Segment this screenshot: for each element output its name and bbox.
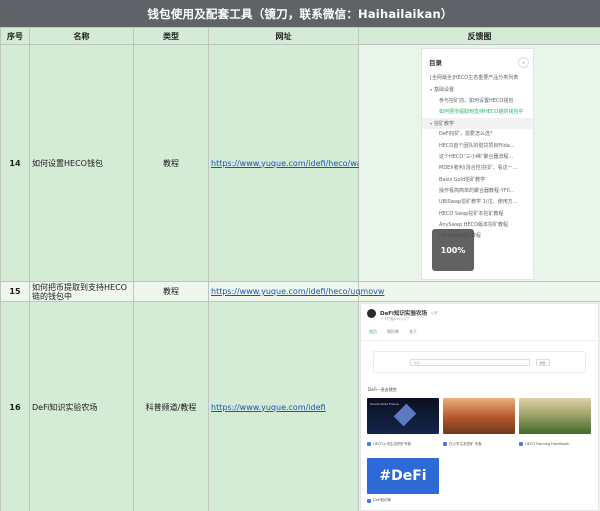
toc-item: MDEX者利(混合性)挖矿、看这一... <box>439 165 518 172</box>
row-url-cell[interactable]: https://www.yuque.com/idefi <box>208 301 359 511</box>
toc-screenshot: 目录 ‹ [全网最全]HECO生态重要产品分类列表 ▾ 基础设置 参与挖矿前，如何… <box>421 48 534 280</box>
spreadsheet: 钱包使用及配套工具（镜刀，联系微信：Haihailaikan） 序号 名称 类型… <box>0 0 600 511</box>
knowledge-card: Decentralized Finance HECO火币生态挖矿专卷 <box>367 398 439 450</box>
row-url-link[interactable]: https://www.yuque.com/idefi/heco/uqmovw <box>211 287 384 296</box>
row-name[interactable]: 如何把币提取到支持HECO链的钱包中 <box>29 281 134 302</box>
search-input: 搜索 <box>409 358 530 366</box>
tools-table: 序号 名称 类型 网址 反馈图 14 如何设置HECO钱包 教程 https:/… <box>0 27 600 511</box>
row-index[interactable]: 15 <box>0 281 30 302</box>
row-type[interactable]: 教程 <box>133 281 209 302</box>
row-url-cell[interactable]: https://www.yuque.com/idefi/heco/wallet <box>208 44 374 282</box>
col-header-url: 网址 <box>208 27 359 45</box>
knowledge-card: HECO Farming Handbook <box>519 398 591 450</box>
book-icon <box>367 498 371 503</box>
caret-down-icon: ▾ <box>430 121 433 127</box>
site-name: DeFi知识实验农场 <box>380 311 427 317</box>
sheet-title: 钱包使用及配套工具（镜刀，联系微信：Haihailaikan） <box>0 0 600 27</box>
card-label: HECO Farming Handbook <box>525 442 570 446</box>
defi-card: #DeFi DeFi知识库 <box>367 458 439 503</box>
card-image <box>443 398 515 434</box>
collapse-icon: ‹ <box>518 57 529 68</box>
card-label: 在火币生态挖矿 专卷 <box>449 441 482 446</box>
card-label: DeFi知识库 <box>373 498 392 502</box>
knowledge-card: 在火币生态挖矿 专卷 <box>443 398 515 450</box>
defi-site-screenshot: DeFi知识实验农场 公开 一个门槛DeFi入门 首页 知识库 关于 搜索 搜索… <box>360 303 599 511</box>
toc-item: 这个HECO“三小稀”聚合器流程... <box>439 154 514 161</box>
tab-knowledge: 知识库 <box>387 329 399 334</box>
col-header-name: 名称 <box>29 27 134 45</box>
card-label: HECO火币生态挖矿专卷 <box>373 441 412 446</box>
feedback-image-cell[interactable]: 目录 ‹ [全网最全]HECO生态重要产品分类列表 ▾ 基础设置 参与挖矿前，如何… <box>358 44 600 282</box>
site-tabs: 首页 知识库 关于 <box>361 323 598 341</box>
toc-item: UBISwap挖矿教学 1(注、使用方... <box>439 199 518 206</box>
book-icon <box>367 442 371 446</box>
col-header-type: 类型 <box>133 27 209 45</box>
table-row: 14 如何设置HECO钱包 教程 https://www.yuque.com/i… <box>0 44 600 282</box>
site-search: 搜索 搜索 <box>373 351 586 373</box>
book-icon <box>443 442 447 446</box>
card-row: Decentralized Finance HECO火币生态挖矿专卷 在火币生态… <box>361 398 598 450</box>
toc-item: HECO Swap挖矿本挖矿教程 <box>439 210 504 217</box>
toc-item-active: 如何把币提取到支持HECO链的钱包中 <box>439 108 524 115</box>
toc-item: 操作极简简单的聚合器教程-YFII... <box>439 187 515 194</box>
toc-title: 目录 <box>429 59 442 67</box>
crystal-graphic <box>393 403 417 427</box>
row-name[interactable]: DeFi知识实验农场 <box>29 301 134 511</box>
toc-item: HECO首个团队的借贷项目Filda... <box>439 142 515 149</box>
toc-item: [全网最全]HECO生态重要产品分类列表 <box>430 75 519 81</box>
toc-item: ▾ 基础设置 <box>430 87 455 94</box>
row-type[interactable]: 教程 <box>133 44 209 282</box>
card-image <box>519 398 591 434</box>
row-index[interactable]: 14 <box>0 44 30 282</box>
caret-down-icon: ▾ <box>430 87 433 93</box>
zoom-indicator: 100% <box>432 229 474 271</box>
toc-item: 参与挖矿前，如何设置HECO钱包 <box>439 97 514 104</box>
toc-item: DeFi挖矿，需要怎么选？ <box>439 131 495 138</box>
tab-about: 关于 <box>409 329 417 334</box>
table-row: 15 如何把币提取到支持HECO链的钱包中 教程 https://www.yuq… <box>0 281 600 302</box>
table-row: 16 DeFi知识实验农场 科普频道/教程 https://www.yuque.… <box>0 301 600 511</box>
card-image: Decentralized Finance <box>367 398 439 434</box>
book-icon <box>519 442 523 446</box>
row-url-link[interactable]: https://www.yuque.com/idefi <box>211 403 326 412</box>
feedback-image-cell[interactable]: DeFi知识实验农场 公开 一个门槛DeFi入门 首页 知识库 关于 搜索 搜索… <box>358 301 600 511</box>
row-index[interactable]: 16 <box>0 301 30 511</box>
header-row: 序号 名称 类型 网址 反馈图 <box>0 27 600 45</box>
defi-banner: #DeFi <box>367 458 439 494</box>
visibility-badge: 公开 <box>430 310 438 315</box>
card-image-caption: Decentralized Finance <box>370 403 399 406</box>
toc-item: Basis Gold挖矿教学 <box>439 176 486 183</box>
col-header-feedback-image: 反馈图 <box>358 27 600 45</box>
avatar <box>367 308 376 318</box>
section-title: DeFi一进去就挖 <box>368 387 397 392</box>
col-header-index: 序号 <box>0 27 30 45</box>
feedback-image-cell[interactable] <box>358 281 600 302</box>
tab-home: 首页 <box>369 329 377 334</box>
toc-item: ▾ 挖矿教学 <box>422 118 533 130</box>
search-button: 搜索 <box>535 358 550 366</box>
row-url-link[interactable]: https://www.yuque.com/idefi/heco/wallet <box>211 159 374 168</box>
row-type[interactable]: 科普频道/教程 <box>133 301 209 511</box>
row-name[interactable]: 如何设置HECO钱包 <box>29 44 134 282</box>
row-url-cell[interactable]: https://www.yuque.com/idefi/heco/uqmovw <box>208 281 384 302</box>
